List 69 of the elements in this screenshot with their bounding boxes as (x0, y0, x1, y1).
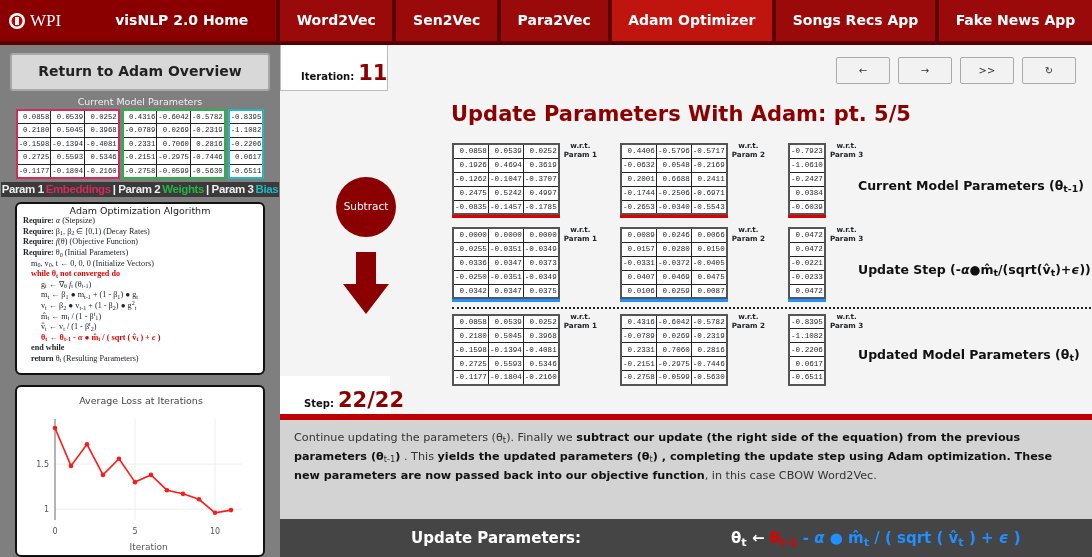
data-point (148, 472, 154, 478)
group-label: Updated Model Parameters (θ$_{t}$) (858, 346, 1080, 365)
algorithm-line: end while (30, 343, 66, 354)
data-point (196, 496, 202, 502)
algorithm-line: Require: f(θ) (Objective Function) (23, 237, 139, 248)
down-arrow-icon (343, 251, 389, 314)
data-point (100, 472, 106, 478)
algorithm-line: v̂$_{t}$ ← v$_{t}$ / (1 - β$^{t}$$_{2}$) (40, 322, 98, 333)
formula-text: - α ● m̂$_{t}$ / ( sqrt ( v̂$_{t}$ ) + ϵ ) (802, 527, 1021, 550)
nav-control-button[interactable]: ← (836, 57, 890, 84)
nav-tab[interactable]: Para2Vec (500, 0, 608, 41)
nav-control-button[interactable]: → (898, 57, 952, 84)
iteration-value: 11 (358, 62, 388, 84)
algorithm-line: Require: θ$_{0}$ (Initial Parameters) (23, 248, 130, 259)
data-point (52, 425, 58, 431)
section-title: Current Model Parameters (76, 94, 204, 109)
axis-tick-label: 10 (209, 527, 221, 536)
step-value: 22/22 (337, 389, 405, 411)
logo-text[interactable]: WPI (30, 7, 62, 34)
group-label: Current Model Parameters (θ$_{t-1}$) (858, 177, 1084, 196)
legend-name: Embeddings (45, 182, 111, 196)
group-label: Update Step (-α●m̂$_{t}$/(sqrt(v̂$_{t}$)+ϵ)) (858, 261, 1091, 280)
description-text: Continue updating the parameters (θ$_{t}$). Finally we subtract our update (the right side of the equation) from the previous parameters (θ$_{t-1}$) . This yields the updated parameters (θ$_{t}$) , completing the update step using Adam optimization. These new parameters are now passed back into our objective function, in this case CBOW Word2Vec. (280, 420, 1092, 519)
home-link[interactable]: visNLP 2.0 Home (115, 10, 249, 31)
formula-text: θ$_{t}$ ← (731, 527, 765, 550)
legend-text: Param 1 (1, 182, 44, 196)
chart-title: Average Loss at Iterations (79, 395, 203, 406)
axis-tick-label: 5 (132, 527, 138, 536)
formula-label: Update Parameters: (411, 527, 583, 549)
iteration-label: Iteration: (301, 70, 355, 84)
data-point (180, 491, 186, 497)
algorithm-line: Require: α (Stepsize) (23, 216, 96, 227)
return-button[interactable]: Return to Adam Overview (10, 53, 270, 91)
legend-name: Bias (255, 182, 279, 196)
data-point (228, 507, 234, 513)
data-point (116, 456, 122, 461)
seal-icon (8, 11, 26, 30)
algorithm-line: Require: β$_{1}$, β$_{2}$ ∈ [0,1) (Decay Rates) (23, 226, 151, 238)
algorithm-line: m$_{t}$ ← β$_{1}$ ● m$_{t-1}$ + (1 - β$_{1}$) ● g$_{t}$ (40, 290, 139, 301)
nav-control-button[interactable]: ↻ (1022, 57, 1076, 84)
axis-tick-label: 0 (52, 527, 58, 536)
algorithm-line: while θ$_{t}$ not converged do (30, 269, 122, 280)
data-point (132, 479, 138, 485)
data-point (212, 510, 218, 516)
step-label: Step: (304, 397, 334, 411)
formula-text: θ$_{t-1}$ (769, 527, 798, 550)
axis-tick-label: 1 (43, 505, 49, 515)
legend-text: | Param 3 (206, 182, 254, 196)
card-title: Adam Optimization Algorithm (68, 205, 212, 217)
data-point (68, 463, 74, 469)
axis-title: Iteration (129, 542, 168, 552)
nav-control-button[interactable]: >> (960, 57, 1014, 84)
data-point (164, 487, 170, 493)
nav-tab[interactable]: Songs Recs App (776, 0, 935, 41)
algorithm-line: θ$_{t}$ ← θ$_{t-1}$ - α ● m̂$_{t}$ / ( sqrt ( v̂$_{t}$ ) + ϵ ) (40, 332, 162, 344)
page-title: Update Parameters With Adam: pt. 5/5 (450, 101, 912, 128)
algorithm-line: m$_{0}$, v$_{0}$, t ← 0, 0, 0 (Initialize Vectors) (30, 258, 155, 270)
axis-tick-label: 1.5 (36, 460, 49, 470)
legend-text: | Param 2 (112, 182, 161, 196)
algorithm-line: g$_{t}$ ← ∇$_{θ}$ f$_{t}$ (θ$_{t-1}$) (40, 279, 93, 291)
algorithm-line: m̂$_{t}$ ← m$_{t}$ / (1 - β$^{t}$$_{1}$) (40, 311, 103, 322)
legend-name: Weights (162, 182, 204, 196)
nav-tab[interactable]: Fake News App (938, 0, 1092, 41)
nav-tab[interactable]: Sen2Vec (396, 0, 497, 41)
nav-tab[interactable]: Word2Vec (280, 0, 393, 41)
nav-tab[interactable]: Adam Optimizer (611, 0, 773, 41)
data-point (84, 441, 90, 447)
subtract-circle: Subtract (336, 176, 396, 237)
algorithm-line: return θ$_{t}$ (Resulting Parameters) (30, 353, 140, 365)
